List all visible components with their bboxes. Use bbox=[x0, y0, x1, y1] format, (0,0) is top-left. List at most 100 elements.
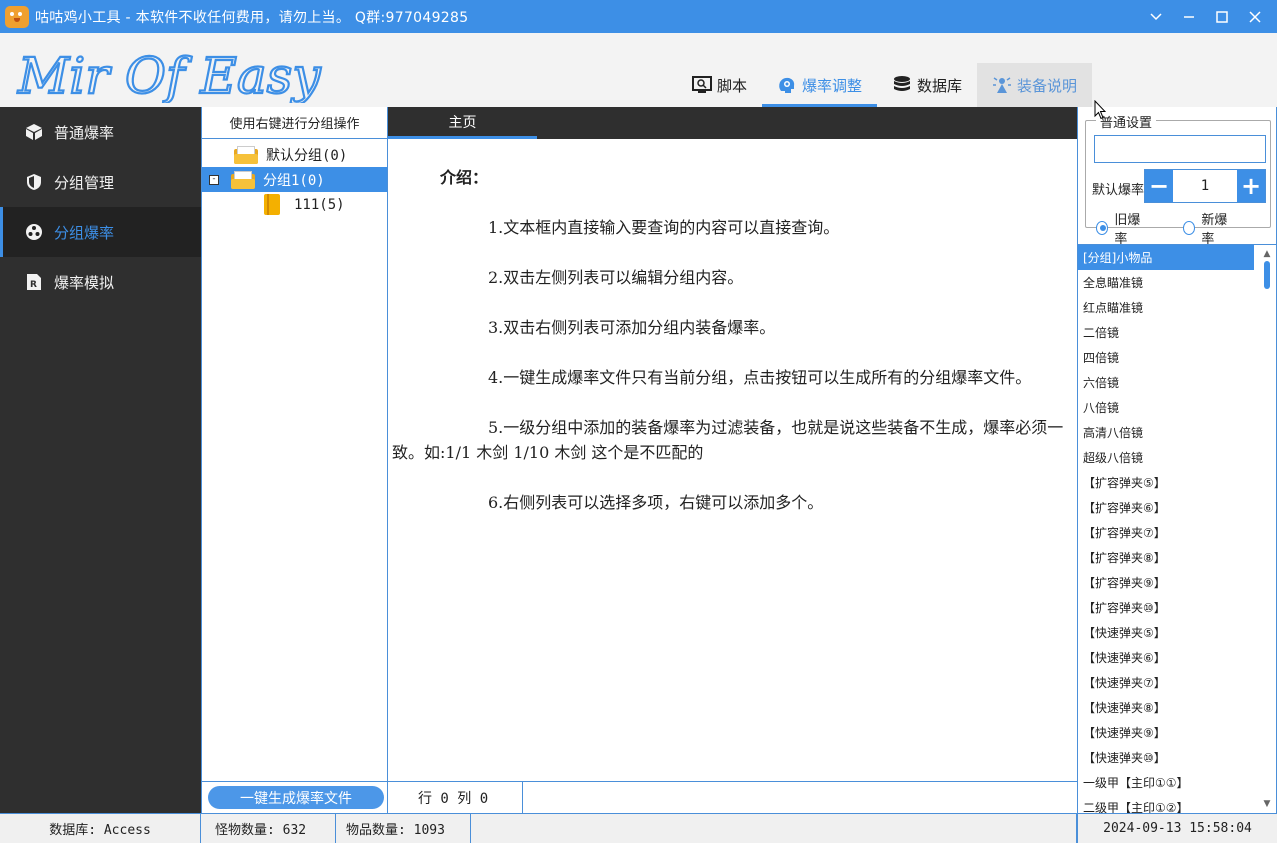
svg-text:R: R bbox=[30, 280, 37, 290]
tree-node-group1[interactable]: - 分组1(0) bbox=[202, 167, 387, 192]
normal-settings-group: 普通设置 默认爆率 − 1 + 旧爆率 新爆率 bbox=[1085, 112, 1271, 247]
list-item[interactable]: 【快速弹夹⑤】 bbox=[1078, 620, 1254, 645]
list-item[interactable]: 【快速弹夹⑦】 bbox=[1078, 670, 1254, 695]
intro-paragraph: 2.双击左侧列表可以编辑分组内容。 bbox=[488, 268, 744, 287]
list-item[interactable]: 【快速弹夹⑨】 bbox=[1078, 720, 1254, 745]
tree-node-label: 111(5) bbox=[294, 196, 345, 213]
shield-icon bbox=[24, 172, 44, 192]
scroll-up-icon[interactable]: ▲ bbox=[1260, 247, 1274, 261]
group-tree: 默认分组(0) - 分组1(0) 111(5) bbox=[202, 139, 387, 217]
scroll-down-icon[interactable]: ▼ bbox=[1260, 797, 1274, 811]
list-item[interactable]: 二级甲【主印①②】 bbox=[1078, 795, 1254, 813]
sparkle-figure-icon bbox=[992, 75, 1012, 95]
status-datetime: 2024-09-13 15:58:04 bbox=[1077, 814, 1277, 843]
item-list-inner: [分组]小物品 全息瞄准镜 红点瞄准镜 二倍镜 四倍镜 六倍镜 八倍镜 高清八倍镜 超级八倍镜【… bbox=[1078, 245, 1276, 813]
list-item[interactable]: 【扩容弹夹⑦】 bbox=[1078, 520, 1254, 545]
scroll-thumb[interactable] bbox=[1264, 261, 1270, 289]
sidebar-item-label: 普通爆率 bbox=[54, 123, 115, 142]
list-item[interactable]: [分组]小物品 bbox=[1078, 245, 1254, 270]
list-item[interactable]: 红点瞄准镜 bbox=[1078, 295, 1254, 320]
app-hamster-icon bbox=[5, 5, 29, 28]
window-controls bbox=[1139, 0, 1271, 33]
nav-database[interactable]: 数据库 bbox=[877, 63, 977, 107]
tree-node-label: 默认分组(0) bbox=[266, 147, 348, 164]
sidebar-item-group-manage[interactable]: 分组管理 bbox=[0, 157, 201, 207]
list-item[interactable]: 【扩容弹夹⑥】 bbox=[1078, 495, 1254, 520]
minimize-icon[interactable] bbox=[1172, 0, 1205, 33]
main-content: 主页 介绍： 1.文本框内直接输入要查询的内容可以直接查询。 2.双击左侧列表可… bbox=[388, 107, 1077, 813]
search-input[interactable] bbox=[1094, 135, 1266, 163]
sidebar-item-group-rate[interactable]: 分组爆率 bbox=[0, 207, 201, 257]
list-item[interactable]: 【扩容弹夹⑨】 bbox=[1078, 570, 1254, 595]
app-logo: Mir Of Easy bbox=[16, 46, 322, 103]
tree-node-111[interactable]: 111(5) bbox=[202, 192, 387, 217]
radio-label: 新爆率 bbox=[1201, 213, 1228, 247]
list-item[interactable]: 【快速弹夹⑧】 bbox=[1078, 695, 1254, 720]
tab-home[interactable]: 主页 bbox=[388, 107, 537, 139]
plus-icon[interactable]: + bbox=[1237, 170, 1265, 202]
radio-old-rate[interactable]: 旧爆率 bbox=[1096, 209, 1148, 247]
scrollbar[interactable]: ▲ ▼ bbox=[1260, 247, 1274, 811]
title-bar: 咕咕鸡小工具 - 本软件不收任何费用，请勿上当。 Q群:977049285 bbox=[0, 0, 1277, 33]
intro-paragraph: 1.文本框内直接输入要查询的内容可以直接查询。 bbox=[488, 218, 840, 237]
row-col-indicator: 行 0 列 0 bbox=[388, 782, 523, 813]
nav-equipment-info-label: 装备说明 bbox=[1017, 76, 1078, 95]
list-item[interactable]: 二倍镜 bbox=[1078, 320, 1254, 345]
sidebar-item-label: 分组管理 bbox=[54, 173, 115, 192]
chevron-down-icon[interactable] bbox=[1139, 0, 1172, 33]
right-panel: 普通设置 默认爆率 − 1 + 旧爆率 新爆率 [分组]小物品 全息瞄准镜 红点瞄准… bbox=[1077, 107, 1277, 813]
database-icon bbox=[892, 75, 912, 95]
sidebar-item-label: 分组爆率 bbox=[54, 223, 115, 242]
list-item[interactable]: 超级八倍镜 bbox=[1078, 445, 1254, 470]
default-rate-value[interactable]: 1 bbox=[1173, 170, 1237, 202]
nav-script-label: 脚本 bbox=[717, 76, 748, 95]
window-title: 咕咕鸡小工具 - 本软件不收任何费用，请勿上当。 Q群:977049285 bbox=[35, 9, 469, 26]
list-item[interactable]: 【扩容弹夹⑧】 bbox=[1078, 545, 1254, 570]
group-panel: 使用右键进行分组操作 默认分组(0) - 分组1(0) 111(5) 一键生成爆… bbox=[201, 107, 388, 813]
header: Mir Of Easy 脚本 爆率调整 数据库 装备说明 bbox=[0, 33, 1277, 107]
sidebar-item-label: 爆率模拟 bbox=[54, 273, 115, 292]
list-item[interactable]: 四倍镜 bbox=[1078, 345, 1254, 370]
brain-gear-icon bbox=[777, 75, 797, 95]
collapse-icon[interactable]: - bbox=[209, 174, 219, 185]
nav-equipment-info[interactable]: 装备说明 bbox=[977, 63, 1093, 107]
default-rate-stepper: − 1 + bbox=[1144, 169, 1266, 203]
close-icon[interactable] bbox=[1238, 0, 1271, 33]
list-item[interactable]: 六倍镜 bbox=[1078, 370, 1254, 395]
nav-database-label: 数据库 bbox=[917, 76, 963, 95]
list-item[interactable]: 【快速弹夹⑩】 bbox=[1078, 745, 1254, 770]
folder-icon bbox=[234, 145, 258, 164]
intro-heading: 介绍： bbox=[440, 168, 489, 187]
list-item[interactable]: 全息瞄准镜 bbox=[1078, 270, 1254, 295]
list-item[interactable]: 【扩容弹夹⑩】 bbox=[1078, 595, 1254, 620]
svg-text:Mir Of Easy: Mir Of Easy bbox=[17, 47, 321, 103]
list-item[interactable]: 一级甲【主印①①】 bbox=[1078, 770, 1254, 795]
list-item[interactable]: 【扩容弹夹⑤】 bbox=[1078, 470, 1254, 495]
radio-checked-icon bbox=[1096, 221, 1109, 235]
maximize-icon[interactable] bbox=[1205, 0, 1238, 33]
tree-node-label: 分组1(0) bbox=[263, 172, 325, 189]
script-monitor-icon bbox=[692, 75, 712, 95]
nav-script[interactable]: 脚本 bbox=[677, 63, 762, 107]
rate-mode-radios: 旧爆率 新爆率 bbox=[1096, 209, 1270, 247]
intro-text: 介绍： 1.文本框内直接输入要查询的内容可以直接查询。 2.双击左侧列表可以编辑… bbox=[388, 139, 1077, 515]
minus-icon[interactable]: − bbox=[1145, 170, 1173, 202]
generate-rate-file-button[interactable]: 一键生成爆率文件 bbox=[208, 786, 384, 809]
nav-rate-adjust[interactable]: 爆率调整 bbox=[762, 63, 878, 107]
cube-icon bbox=[24, 122, 44, 142]
item-list: [分组]小物品 全息瞄准镜 红点瞄准镜 二倍镜 四倍镜 六倍镜 八倍镜 高清八倍镜 超级八倍镜【… bbox=[1078, 244, 1276, 813]
intro-paragraph: 5.一级分组中添加的装备爆率为过滤装备，也就是说这些装备不生成，爆率必须一致。如… bbox=[392, 418, 1064, 462]
radio-new-rate[interactable]: 新爆率 bbox=[1183, 209, 1235, 247]
status-monster-count: 怪物数量: 632 bbox=[201, 814, 336, 843]
status-item-count: 物品数量: 1093 bbox=[336, 814, 471, 843]
folder-icon bbox=[231, 170, 255, 189]
tree-node-default-group[interactable]: 默认分组(0) bbox=[202, 142, 387, 167]
list-item[interactable]: 高清八倍镜 bbox=[1078, 420, 1254, 445]
sidebar-item-normal-rate[interactable]: 普通爆率 bbox=[0, 107, 201, 157]
list-item[interactable]: 【快速弹夹⑥】 bbox=[1078, 645, 1254, 670]
editor-status: 行 0 列 0 bbox=[388, 781, 1077, 813]
sidebar-item-rate-simulate[interactable]: R 爆率模拟 bbox=[0, 257, 201, 307]
top-nav: 脚本 爆率调整 数据库 装备说明 bbox=[677, 63, 1093, 107]
radio-unchecked-icon bbox=[1183, 221, 1196, 235]
list-item[interactable]: 八倍镜 bbox=[1078, 395, 1254, 420]
